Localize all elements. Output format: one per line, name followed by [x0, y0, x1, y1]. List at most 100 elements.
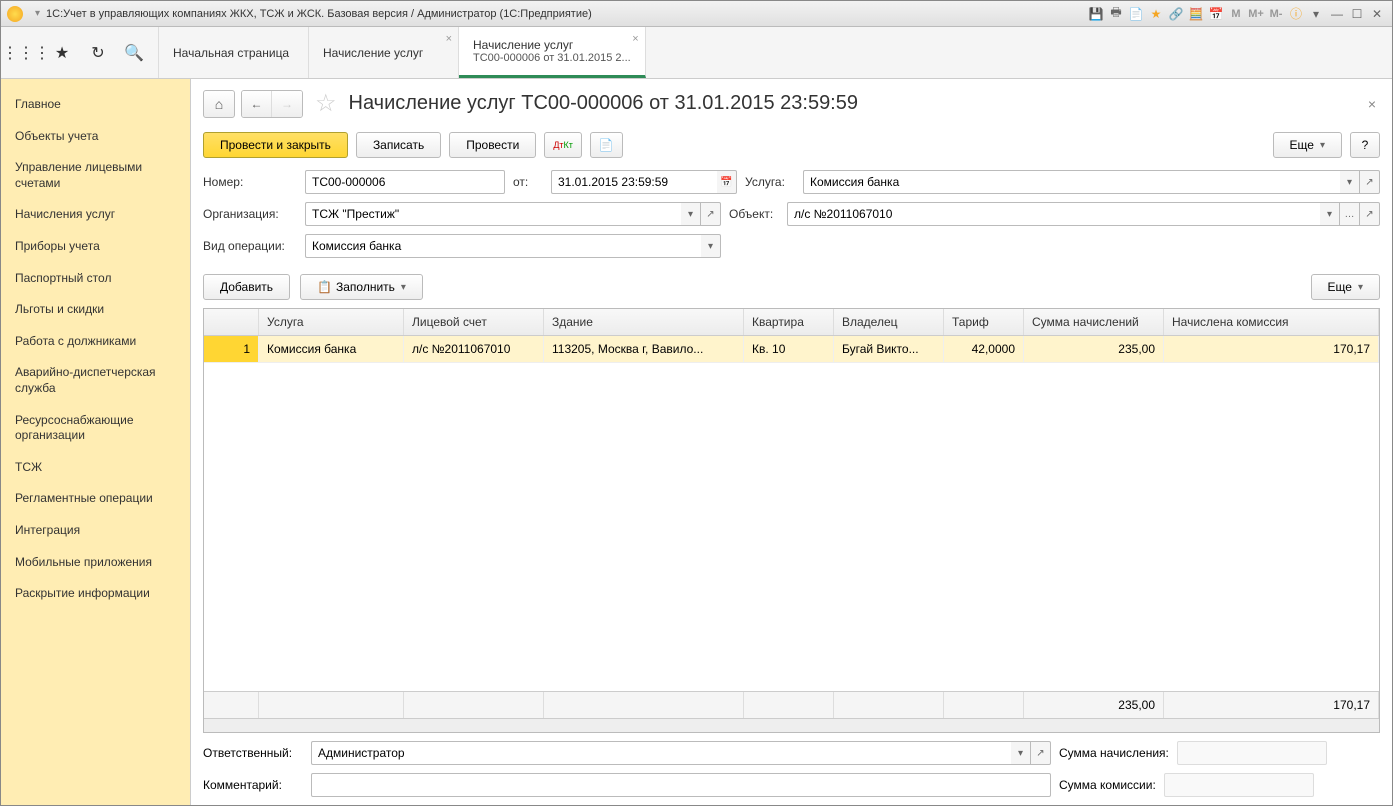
cell-rownum: 1: [204, 336, 259, 362]
service-input[interactable]: Комиссия банка: [803, 170, 1340, 194]
tab-charges-list[interactable]: Начисление услуг ×: [309, 27, 459, 78]
service-label: Услуга:: [745, 175, 795, 189]
col-commission[interactable]: Начислена комиссия: [1164, 309, 1379, 335]
sidebar-item-benefits[interactable]: Льготы и скидки: [1, 294, 190, 326]
col-account[interactable]: Лицевой счет: [404, 309, 544, 335]
memory-m[interactable]: M: [1228, 6, 1244, 22]
col-tariff[interactable]: Тариф: [944, 309, 1024, 335]
sidebar-item-disclosure[interactable]: Раскрытие информации: [1, 578, 190, 610]
search-icon[interactable]: 🔍: [123, 42, 145, 64]
favorites-icon[interactable]: ★: [51, 42, 73, 64]
sidebar-item-debtors[interactable]: Работа с должниками: [1, 326, 190, 358]
sidebar-item-resources[interactable]: Ресурсоснабжающие организации: [1, 405, 190, 452]
grid-more-button[interactable]: Еще: [1311, 274, 1380, 300]
sidebar-item-objects[interactable]: Объекты учета: [1, 121, 190, 153]
number-input[interactable]: ТС00-000006: [305, 170, 505, 194]
dropdown-icon[interactable]: ▾: [1011, 741, 1031, 765]
number-label: Номер:: [203, 175, 297, 189]
col-service[interactable]: Услуга: [259, 309, 404, 335]
close-button[interactable]: ✕: [1368, 6, 1386, 22]
maximize-button[interactable]: ☐: [1348, 6, 1366, 22]
table-row[interactable]: 1 Комиссия банка л/с №2011067010 113205,…: [204, 336, 1379, 363]
sidebar-item-meters[interactable]: Приборы учета: [1, 231, 190, 263]
object-label: Объект:: [729, 207, 779, 221]
open-icon[interactable]: ↗: [701, 202, 721, 226]
doc-icon[interactable]: 📄: [1128, 6, 1144, 22]
col-building[interactable]: Здание: [544, 309, 744, 335]
col-flat[interactable]: Квартира: [744, 309, 834, 335]
star-icon[interactable]: ★: [1148, 6, 1164, 22]
titlebar: ▾ 1С:Учет в управляющих компаниях ЖКХ, Т…: [1, 1, 1392, 27]
tab-charge-document[interactable]: Начисление услуг ТС00-000006 от 31.01.20…: [459, 27, 646, 78]
home-button[interactable]: ⌂: [203, 90, 235, 118]
dropdown-icon[interactable]: ▾: [1340, 170, 1360, 194]
history-icon[interactable]: ↻: [87, 42, 109, 64]
add-row-button[interactable]: Добавить: [203, 274, 290, 300]
dropdown-icon[interactable]: ▾: [701, 234, 721, 258]
titlebar-menu-icon[interactable]: ▾: [35, 8, 40, 19]
optype-input[interactable]: Комиссия банка: [305, 234, 701, 258]
save-icon[interactable]: 💾: [1088, 6, 1104, 22]
calendar-picker-icon[interactable]: 📅: [717, 170, 737, 194]
tab-start-page[interactable]: Начальная страница: [159, 27, 309, 78]
sidebar-item-routine[interactable]: Регламентные операции: [1, 483, 190, 515]
report-button[interactable]: 📄: [590, 132, 623, 158]
post-and-close-button[interactable]: Провести и закрыть: [203, 132, 348, 158]
sidebar: Главное Объекты учета Управление лицевым…: [1, 79, 191, 805]
sidebar-item-emergency[interactable]: Аварийно-диспетчерская служба: [1, 357, 190, 404]
help-button[interactable]: ?: [1350, 132, 1380, 158]
print-icon[interactable]: 🖶: [1108, 6, 1124, 22]
org-input[interactable]: ТСЖ "Престиж": [305, 202, 681, 226]
total-commission-value: [1164, 773, 1314, 797]
total-charge-value: [1177, 741, 1327, 765]
tab-subtitle: ТС00-000006 от 31.01.2015 2...: [473, 52, 631, 64]
tab-label: Начисление услуг: [323, 46, 444, 60]
open-icon[interactable]: ↗: [1360, 202, 1380, 226]
info-icon[interactable]: ⓘ: [1288, 6, 1304, 22]
comment-input[interactable]: [311, 773, 1051, 797]
cell-charge: 235,00: [1024, 336, 1164, 362]
col-charge[interactable]: Сумма начислений: [1024, 309, 1164, 335]
sidebar-item-mobile[interactable]: Мобильные приложения: [1, 547, 190, 579]
ellipsis-icon[interactable]: …: [1340, 202, 1360, 226]
open-icon[interactable]: ↗: [1031, 741, 1051, 765]
responsible-input[interactable]: Администратор: [311, 741, 1011, 765]
object-input[interactable]: л/с №2011067010: [787, 202, 1320, 226]
calc-icon[interactable]: 🧮: [1188, 6, 1204, 22]
sidebar-item-charges[interactable]: Начисления услуг: [1, 199, 190, 231]
dropdown-icon[interactable]: ▾: [1320, 202, 1340, 226]
nav-back-button[interactable]: ←: [242, 91, 272, 117]
more-button[interactable]: Еще: [1273, 132, 1342, 158]
memory-mplus[interactable]: M+: [1248, 6, 1264, 22]
date-input[interactable]: 31.01.2015 23:59:59: [551, 170, 717, 194]
minimize-button[interactable]: —: [1328, 6, 1346, 22]
dtkt-button[interactable]: ДтКт: [544, 132, 582, 158]
charges-grid: Услуга Лицевой счет Здание Квартира Влад…: [203, 308, 1380, 733]
sidebar-item-tsj[interactable]: ТСЖ: [1, 452, 190, 484]
cell-service: Комиссия банка: [259, 336, 404, 362]
sidebar-item-integration[interactable]: Интеграция: [1, 515, 190, 547]
nav-forward-button[interactable]: →: [272, 91, 302, 117]
tab-close-icon[interactable]: ×: [446, 33, 452, 45]
memory-mminus[interactable]: M-: [1268, 6, 1284, 22]
calendar-icon[interactable]: 📅: [1208, 6, 1224, 22]
open-icon[interactable]: ↗: [1360, 170, 1380, 194]
apps-icon[interactable]: ⋮⋮⋮: [15, 42, 37, 64]
col-owner[interactable]: Владелец: [834, 309, 944, 335]
tab-label: Начальная страница: [173, 46, 294, 60]
sidebar-item-passport[interactable]: Паспортный стол: [1, 263, 190, 295]
close-document-icon[interactable]: ×: [1364, 92, 1380, 116]
sidebar-item-accounts[interactable]: Управление лицевыми счетами: [1, 152, 190, 199]
dropdown-icon[interactable]: ▾: [1308, 6, 1324, 22]
post-button[interactable]: Провести: [449, 132, 536, 158]
save-button[interactable]: Записать: [356, 132, 441, 158]
favorite-star-icon[interactable]: ☆: [315, 89, 337, 118]
horizontal-scrollbar[interactable]: [204, 718, 1379, 732]
tab-close-icon[interactable]: ×: [632, 33, 638, 45]
link-icon[interactable]: 🔗: [1168, 6, 1184, 22]
dropdown-icon[interactable]: ▾: [681, 202, 701, 226]
fill-button[interactable]: 📋Заполнить: [300, 274, 423, 300]
sidebar-item-main[interactable]: Главное: [1, 89, 190, 121]
cell-commission: 170,17: [1164, 336, 1379, 362]
col-rownum[interactable]: [204, 309, 259, 335]
